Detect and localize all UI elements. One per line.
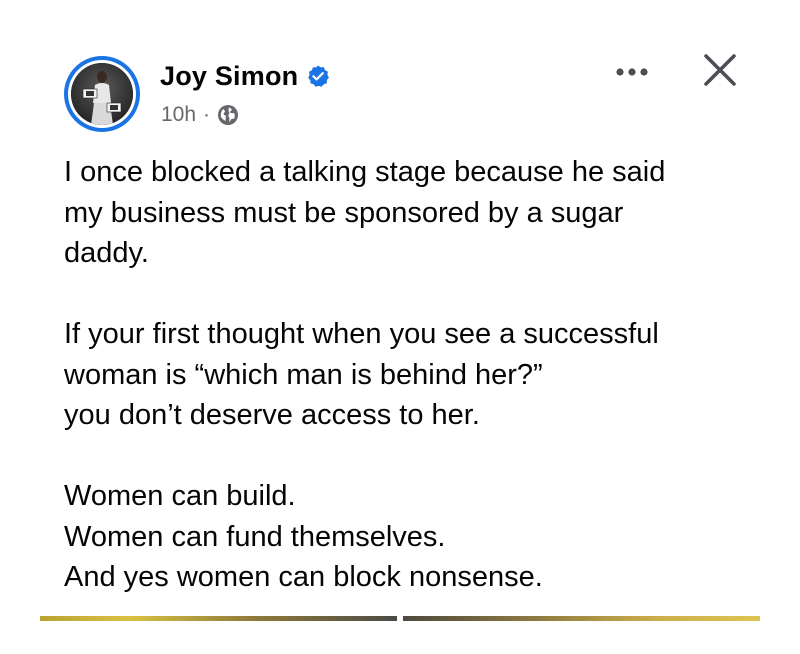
post-text: I once blocked a talking stage because h… [64,152,764,598]
more-horizontal-icon [612,64,652,82]
avatar-story-ring[interactable] [64,56,140,132]
post-line: I once blocked a talking stage because h… [64,156,666,188]
post-meta: 10h · [161,101,239,129]
avatar-photo [71,63,133,125]
attached-photo-1[interactable] [40,616,397,654]
avatar[interactable] [71,63,133,125]
post-line: my business must be sponsored by a sugar [64,196,624,229]
facebook-post: Joy Simon 10h · I once blocked a talking… [0,0,800,654]
post-line: And yes women can block nonsense. [64,561,543,593]
post-line: If your first thought when you see a suc… [64,318,659,350]
post-line: woman is “which man is behind her?” [64,358,543,391]
author-name[interactable]: Joy Simon [160,61,298,92]
more-options-button[interactable] [610,58,654,88]
post-line: you don’t deserve access to her. [64,399,480,431]
post-timestamp[interactable]: 10h [161,103,196,127]
post-line: daddy. [64,237,149,269]
verified-badge-icon [306,64,330,88]
author-row: Joy Simon [160,58,330,94]
meta-separator: · [203,103,211,126]
globe-icon[interactable] [217,104,239,126]
attached-photos [40,616,760,654]
post-line: Women can fund themselves. [64,520,446,553]
close-icon [702,52,738,93]
close-button[interactable] [700,52,740,92]
attached-photo-2[interactable] [403,616,760,654]
post-line: Women can build. [64,480,296,512]
